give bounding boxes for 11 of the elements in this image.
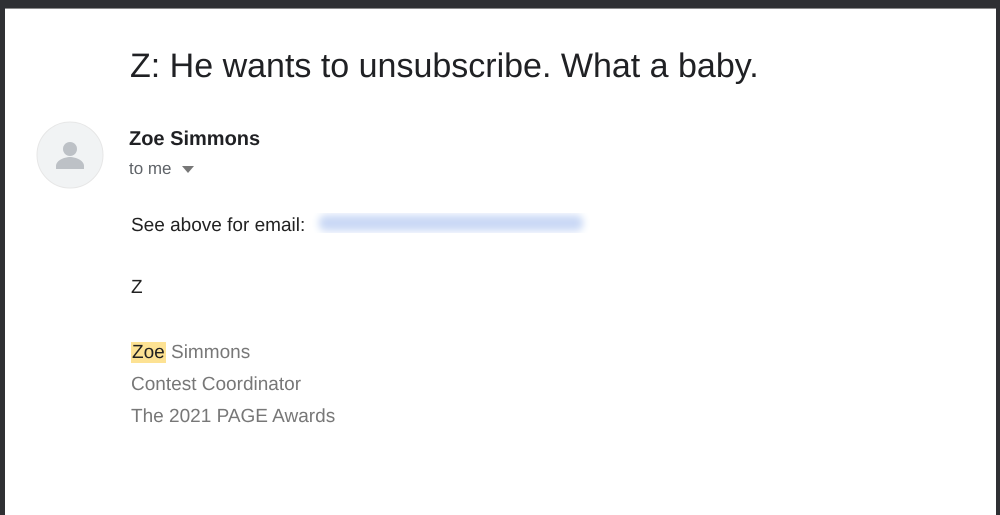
sender-name: Zoe Simmons (129, 128, 260, 151)
closing-text: Z (131, 277, 144, 299)
highlighted-name: Zoe (131, 342, 166, 363)
signature-name: Simmons (171, 342, 250, 363)
email-subject: Z: He wants to unsubscribe. What a baby. (129, 46, 760, 86)
avatar-icon (36, 121, 104, 189)
signature-line: Contest Coordinator (131, 373, 302, 397)
signature-line: The 2021 PAGE Awards (131, 405, 336, 429)
body-text: See above for email: (131, 215, 306, 237)
caret-icon[interactable] (182, 166, 194, 172)
recipient-label: to me (129, 159, 172, 179)
